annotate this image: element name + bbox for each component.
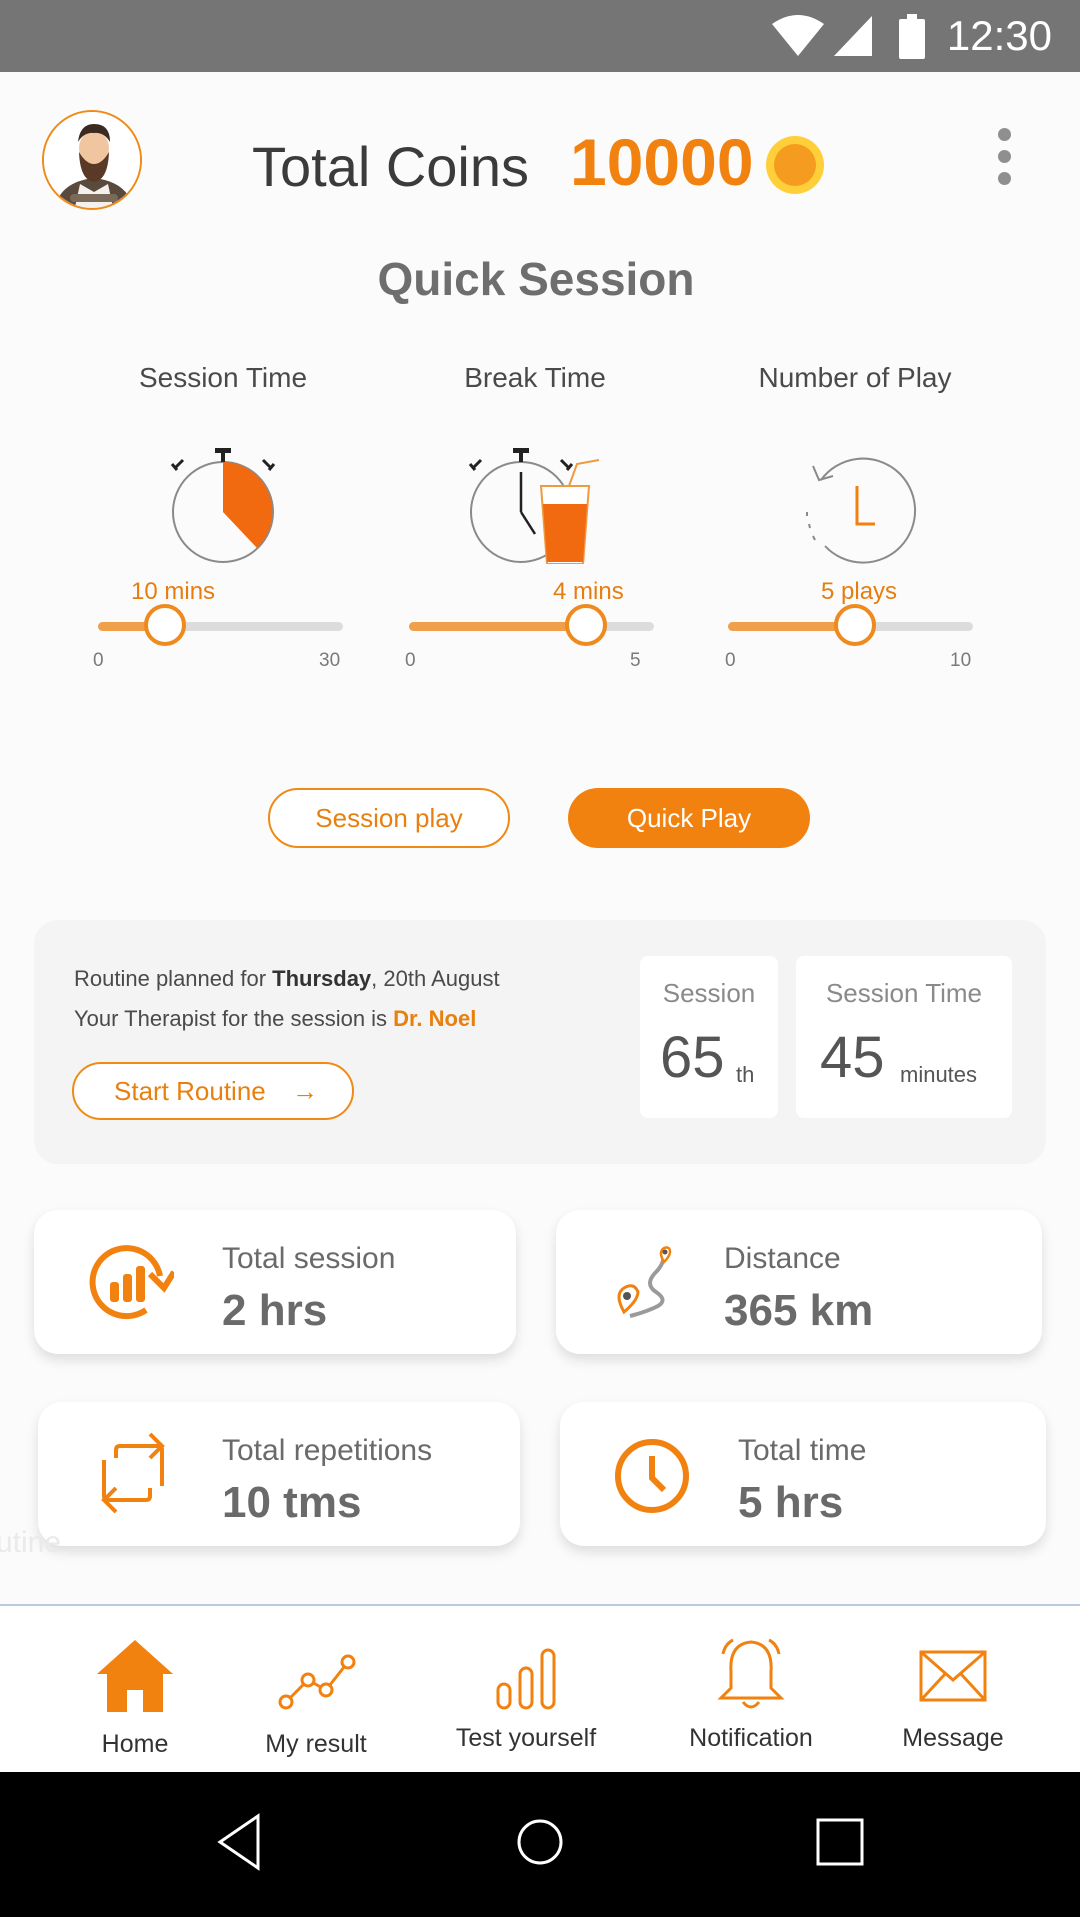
coin-icon <box>766 136 824 194</box>
total-repetitions-card[interactable]: Total repetitions 10 tms <box>38 1402 520 1546</box>
slider-min-label: 0 <box>405 650 416 671</box>
nav-message[interactable]: Message <box>868 1606 1038 1774</box>
session-time-unit: minutes <box>900 1062 978 1087</box>
slider-max-label: 30 <box>319 650 341 671</box>
home-screen: Total Coins 10000 Quick Session Session … <box>0 72 1080 1604</box>
slider-min-label: 0 <box>725 650 736 671</box>
line-chart-icon <box>278 1654 356 1710</box>
total-time-value: 5 hrs <box>738 1478 844 1527</box>
nav-notification-label: Notification <box>689 1724 813 1752</box>
coins-label: Total Coins <box>252 135 530 198</box>
routine-planned-date: , 20th August <box>371 966 500 991</box>
dot-icon <box>998 128 1011 141</box>
slider-max-label: 10 <box>950 650 972 671</box>
avatar[interactable] <box>42 110 142 210</box>
break-drink-icon <box>468 448 600 564</box>
bell-icon <box>717 1638 785 1709</box>
nav-my-result-label: My result <box>265 1730 367 1758</box>
session-time-slider[interactable] <box>98 604 343 646</box>
wifi-icon <box>772 15 824 56</box>
nav-message-label: Message <box>902 1724 1004 1752</box>
session-time-number: 45 <box>820 1025 885 1090</box>
slider-thumb[interactable] <box>144 604 186 646</box>
recents-icon[interactable] <box>814 1812 866 1872</box>
dot-icon <box>998 172 1011 185</box>
coins-value: 10000 <box>570 125 754 199</box>
slider-min-label: 0 <box>93 650 104 671</box>
session-play-button[interactable]: Session play <box>268 788 510 848</box>
quick-session-title: Quick Session <box>377 253 695 305</box>
home-circle-icon[interactable] <box>514 1812 566 1872</box>
session-number: 65 <box>660 1025 725 1090</box>
total-session-caption: Total session <box>222 1242 396 1275</box>
start-routine-button[interactable]: Start Routine → <box>72 1062 354 1120</box>
therapist-prefix: Your Therapist for the session is <box>74 1006 394 1031</box>
bottom-nav: Home My result Test yourself Notificatio… <box>0 1604 1080 1772</box>
more-menu-button[interactable] <box>996 128 1016 198</box>
back-icon[interactable] <box>214 1812 264 1872</box>
signal-icon <box>834 16 872 56</box>
stopwatch-icon <box>170 448 276 563</box>
routine-planned-prefix: Routine planned for <box>74 966 273 991</box>
nav-my-result[interactable]: My result <box>231 1606 401 1774</box>
nav-home[interactable]: Home <box>50 1606 220 1774</box>
nav-home-label: Home <box>101 1730 169 1758</box>
slider-thumb[interactable] <box>565 604 607 646</box>
therapist-text: Your Therapist for the session is Dr. No… <box>74 1006 476 1032</box>
home-icon <box>97 1640 173 1712</box>
number-of-play-value: 5 plays <box>821 578 898 605</box>
route-map-icon <box>617 1246 672 1318</box>
session-time-caption: Session Time <box>825 978 983 1008</box>
therapist-name[interactable]: Dr. Noel <box>393 1006 476 1031</box>
quick-play-button[interactable]: Quick Play <box>568 788 810 848</box>
total-time-caption: Total time <box>738 1434 867 1467</box>
clock-icon <box>615 1439 689 1513</box>
total-repetitions-caption: Total repetitions <box>222 1434 433 1467</box>
repeat-icon <box>101 1432 165 1514</box>
total-repetitions-value: 10 tms <box>222 1478 362 1527</box>
chart-refresh-icon <box>89 1245 174 1320</box>
session-time-box: Session Time 45 minutes <box>796 956 1012 1118</box>
slider-fill <box>409 622 586 631</box>
routine-planned-day: Thursday <box>272 966 372 991</box>
faded-start-routine-text: utine <box>0 1526 62 1559</box>
nav-test-yourself-label: Test yourself <box>455 1724 597 1752</box>
break-time-value: 4 mins <box>553 578 624 605</box>
session-number-box: Session 65 th <box>640 956 778 1118</box>
user-portrait-icon <box>44 112 140 208</box>
session-time-label: Session Time <box>138 362 308 393</box>
history-clock-icon <box>806 457 917 564</box>
break-time-label: Break Time <box>464 362 606 393</box>
routine-card: Routine planned for Thursday, 20th Augus… <box>34 920 1046 1164</box>
battery-icon <box>899 14 925 59</box>
clock: 12:30 <box>946 12 1052 59</box>
distance-caption: Distance <box>724 1242 841 1275</box>
bar-chart-icon <box>496 1648 556 1710</box>
dot-icon <box>998 150 1011 163</box>
status-bar: 12:30 <box>0 0 1080 72</box>
total-time-card[interactable]: Total time 5 hrs <box>560 1402 1046 1546</box>
start-routine-label: Start Routine <box>114 1076 266 1106</box>
system-nav-bar <box>0 1772 1080 1917</box>
routine-planned-text: Routine planned for Thursday, 20th Augus… <box>74 966 500 992</box>
session-suffix: th <box>736 1062 755 1087</box>
slider-thumb[interactable] <box>834 604 876 646</box>
total-session-card[interactable]: Total session 2 hrs <box>34 1210 516 1354</box>
number-of-play-slider[interactable] <box>728 604 973 646</box>
nav-notification[interactable]: Notification <box>666 1606 836 1774</box>
envelope-icon <box>919 1650 987 1702</box>
distance-card[interactable]: Distance 365 km <box>556 1210 1042 1354</box>
distance-value: 365 km <box>724 1286 874 1335</box>
slider-max-label: 5 <box>630 650 641 671</box>
session-caption: Session <box>662 978 756 1008</box>
break-time-slider[interactable] <box>409 604 654 646</box>
total-session-value: 2 hrs <box>222 1286 328 1335</box>
session-time-value: 10 mins <box>131 578 216 605</box>
arrow-right-icon: → <box>292 1076 318 1106</box>
nav-test-yourself[interactable]: Test yourself <box>441 1606 611 1774</box>
number-of-play-label: Number of Play <box>758 362 952 393</box>
